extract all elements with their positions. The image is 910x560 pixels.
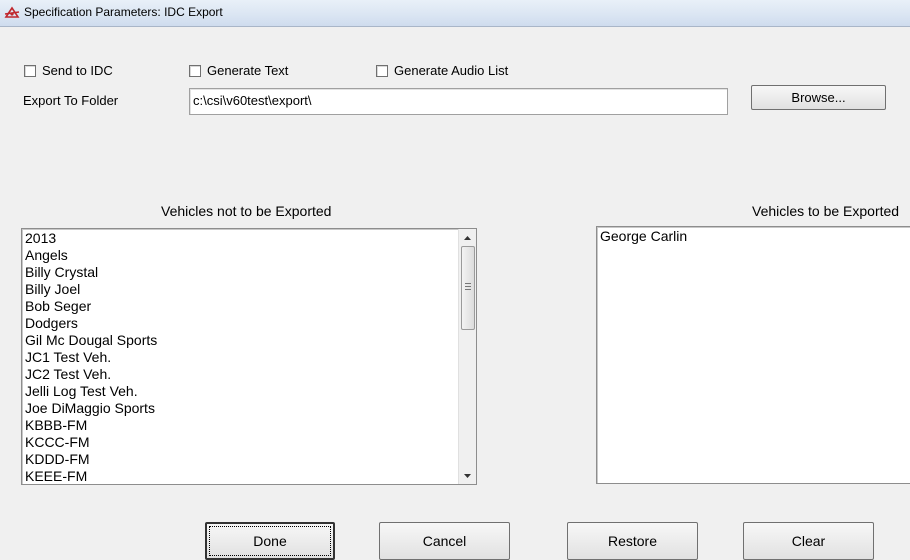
- done-button[interactable]: Done: [205, 522, 335, 560]
- vertical-scrollbar[interactable]: [458, 229, 476, 484]
- export-folder-label: Export To Folder: [23, 93, 119, 108]
- title-bar: Specification Parameters: IDC Export: [0, 0, 910, 27]
- list-item[interactable]: 2013: [25, 230, 476, 247]
- app-icon: [4, 6, 20, 18]
- list-item[interactable]: Dodgers: [25, 315, 476, 332]
- not-exported-list[interactable]: 2013 Angels Billy Crystal Billy Joel Bob Seg…: [21, 228, 477, 485]
- scroll-up-button[interactable]: [459, 229, 476, 246]
- export-folder-value: c:\csi\v60test\export\: [193, 93, 312, 108]
- list-item[interactable]: KDDD-FM: [25, 451, 476, 468]
- not-exported-items: 2013 Angels Billy Crystal Billy Joel Bob Seg…: [22, 229, 476, 484]
- window-title: Specification Parameters: IDC Export: [24, 5, 223, 19]
- focus-rect: [209, 526, 331, 556]
- cancel-label: Cancel: [422, 533, 467, 549]
- scroll-thumb[interactable]: [461, 246, 475, 330]
- checkbox-box[interactable]: [376, 64, 388, 77]
- browse-label: Browse...: [791, 90, 846, 105]
- generate-text-checkbox[interactable]: Generate Text: [189, 63, 288, 78]
- checkbox-box[interactable]: [189, 64, 201, 77]
- send-to-idc-label: Send to IDC: [42, 63, 113, 78]
- list-item[interactable]: JC2 Test Veh.: [25, 366, 476, 383]
- chevron-down-icon: [464, 473, 471, 478]
- list-item[interactable]: KEEE-FM: [25, 468, 476, 484]
- list-item[interactable]: Joe DiMaggio Sports: [25, 400, 476, 417]
- exported-header: Vehicles to be Exported: [752, 203, 900, 219]
- list-item[interactable]: Jelli Log Test Veh.: [25, 383, 476, 400]
- restore-button[interactable]: Restore: [567, 522, 698, 560]
- generate-text-label: Generate Text: [207, 63, 289, 78]
- browse-button[interactable]: Browse...: [751, 85, 886, 110]
- list-item[interactable]: KBBB-FM: [25, 417, 476, 434]
- clear-button[interactable]: Clear: [743, 522, 874, 560]
- list-item[interactable]: George Carlin: [600, 228, 910, 245]
- send-to-idc-checkbox[interactable]: Send to IDC: [24, 63, 113, 78]
- cancel-button[interactable]: Cancel: [379, 522, 510, 560]
- list-item[interactable]: JC1 Test Veh.: [25, 349, 476, 366]
- list-item[interactable]: Billy Crystal: [25, 264, 476, 281]
- scroll-down-button[interactable]: [459, 467, 476, 484]
- not-exported-header: Vehicles not to be Exported: [161, 203, 332, 219]
- list-item[interactable]: Angels: [25, 247, 476, 264]
- list-item[interactable]: Gil Mc Dougal Sports: [25, 332, 476, 349]
- grip-icon: [465, 283, 471, 292]
- list-item[interactable]: KCCC-FM: [25, 434, 476, 451]
- restore-label: Restore: [607, 533, 658, 549]
- generate-audio-list-checkbox[interactable]: Generate Audio List: [376, 63, 508, 78]
- export-folder-input[interactable]: c:\csi\v60test\export\: [189, 88, 728, 115]
- checkbox-box[interactable]: [24, 64, 36, 77]
- exported-list[interactable]: George Carlin: [596, 226, 910, 484]
- generate-audio-list-label: Generate Audio List: [394, 63, 509, 78]
- exported-items: George Carlin: [597, 227, 910, 245]
- chevron-up-icon: [464, 235, 471, 240]
- list-item[interactable]: Billy Joel: [25, 281, 476, 298]
- list-item[interactable]: Bob Seger: [25, 298, 476, 315]
- clear-label: Clear: [791, 533, 826, 549]
